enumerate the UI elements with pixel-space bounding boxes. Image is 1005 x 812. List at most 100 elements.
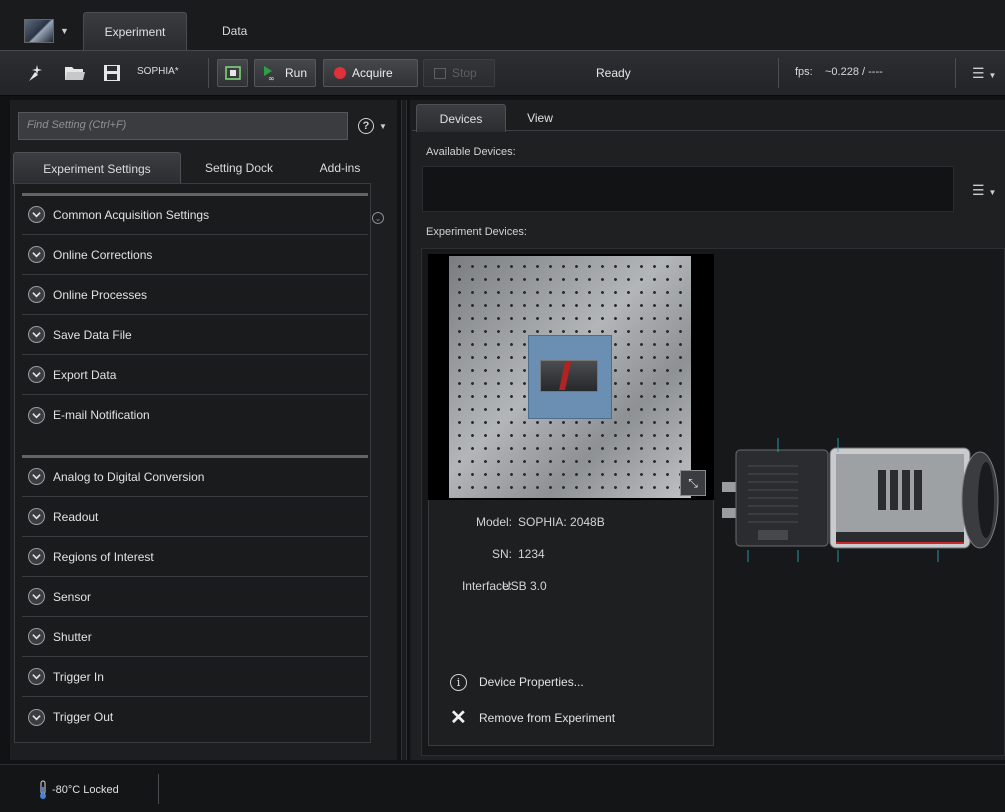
find-setting-input[interactable]: Find Setting (Ctrl+F) [18,112,348,140]
setting-label: Shutter [53,629,92,644]
remove-label: Remove from Experiment [479,711,616,725]
device-properties-label: Device Properties... [479,675,584,689]
setting-regions-of-interest[interactable]: Regions of Interest [22,537,368,577]
toolbar-divider [208,58,209,88]
panel-splitter[interactable] [401,100,407,760]
toolbar-menu-icon[interactable]: ☰ ▼ [972,65,996,82]
tab-devices[interactable]: Devices [416,104,506,132]
chevron-down-icon [28,326,45,343]
chevron-down-icon: ▼ [379,121,387,131]
toolbar-divider [955,58,956,88]
setting-common-acquisition[interactable]: Common Acquisition Settings [22,195,368,235]
status-bar [0,764,1005,812]
chevron-down-icon [28,508,45,525]
setting-label: Analog to Digital Conversion [53,469,205,484]
tab-add-ins[interactable]: Add-ins [305,152,375,184]
experiment-name: SOPHIA* [137,66,179,77]
open-folder-icon[interactable] [64,62,86,84]
interface-label: Interface: [461,579,512,593]
camera-diagram-image [722,438,999,562]
setting-export-data[interactable]: Export Data [22,355,368,395]
svg-text:∞: ∞ [268,74,275,82]
chevron-down-icon [28,468,45,485]
available-devices-list[interactable] [422,166,954,212]
devices-menu-icon[interactable]: ☰ ▼ [972,182,996,199]
tab-setting-dock[interactable]: Setting Dock [185,152,293,184]
model-value: SOPHIA: 2048B [518,515,605,529]
setting-email-notification[interactable]: E-mail Notification [22,395,368,435]
setting-label: Regions of Interest [53,549,154,564]
setting-label: Export Data [53,367,117,382]
chevron-down-icon [28,366,45,383]
expand-view-button[interactable]: ⤡ [680,470,706,496]
collapse-all-icon[interactable]: ⌄ [372,212,384,224]
stop-icon [434,67,446,79]
serial-number-label: SN: [491,547,512,561]
acquisition-status: Ready [596,66,631,80]
preview-icon [224,66,241,80]
serial-number-value: 1234 [518,547,545,561]
stop-label: Stop [452,66,477,80]
setting-label: Readout [53,509,99,524]
tab-experiment-settings[interactable]: Experiment Settings [13,152,181,184]
record-icon [334,67,346,79]
setting-trigger-in[interactable]: Trigger In [22,657,368,697]
setting-sensor[interactable]: Sensor [22,577,368,617]
setting-label: Trigger Out [53,710,114,724]
run-label: Run [285,66,308,80]
chevron-down-icon [28,206,45,223]
run-button[interactable]: ∞ Run [254,59,316,87]
app-logo-icon [24,19,54,43]
chevron-down-icon [28,406,45,424]
status-divider [158,774,159,804]
chevron-down-icon [28,548,45,565]
chevron-down-icon [28,286,45,303]
setting-label: Save Data File [53,327,132,342]
setting-label: Trigger In [53,669,104,684]
setting-shutter[interactable]: Shutter [22,617,368,657]
setting-label: E-mail Notification [53,408,150,422]
stop-button[interactable]: Stop [423,59,495,87]
interface-value: USB 3.0 [502,579,547,593]
preview-button[interactable] [217,59,248,87]
info-icon: i [450,673,467,691]
chevron-down-icon [28,708,45,726]
setting-online-processes[interactable]: Online Processes [22,275,368,315]
acquire-button[interactable]: Acquire [323,59,418,87]
tab-experiment[interactable]: Experiment [83,12,187,50]
help-button[interactable]: ? ▼ [358,115,392,137]
chevron-down-icon: ▼ [60,26,69,36]
save-icon[interactable] [101,62,123,84]
chevron-down-icon [28,588,45,605]
device-properties-link[interactable]: i Device Properties... [450,672,584,692]
setting-adc[interactable]: Analog to Digital Conversion [22,457,368,497]
model-label: Model: [475,515,512,529]
fps-value: ~0.228 / ---- [825,66,883,78]
tab-view[interactable]: View [522,104,558,132]
run-icon: ∞ [264,66,275,82]
temperature-label: -80°C Locked [52,784,119,796]
setting-save-data-file[interactable]: Save Data File [22,315,368,355]
thermometer-icon [40,780,46,799]
setting-trigger-out[interactable]: Trigger Out [22,697,368,737]
chevron-down-icon [28,246,45,263]
setting-readout[interactable]: Readout [22,497,368,537]
setting-label: Sensor [53,589,92,604]
acquire-label: Acquire [352,66,393,80]
toolbar-divider [778,58,779,88]
app-menu-button[interactable]: ▼ [24,16,76,46]
chevron-down-icon [28,668,45,685]
wizard-icon[interactable] [24,62,46,84]
chevron-down-icon [28,628,45,645]
fps-label: fps: [795,66,813,78]
setting-label: Online Corrections [53,247,153,262]
setting-label: Online Processes [53,287,148,302]
tab-data[interactable]: Data [208,12,261,50]
temperature-status[interactable]: -80°C Locked [38,780,119,800]
remove-from-experiment-link[interactable]: ✕ Remove from Experiment [450,708,615,728]
experiment-devices-label: Experiment Devices: [426,226,527,238]
help-icon: ? [358,118,374,134]
setting-label: Common Acquisition Settings [53,207,210,222]
setting-online-corrections[interactable]: Online Corrections [22,235,368,275]
close-icon: ✕ [450,707,467,729]
